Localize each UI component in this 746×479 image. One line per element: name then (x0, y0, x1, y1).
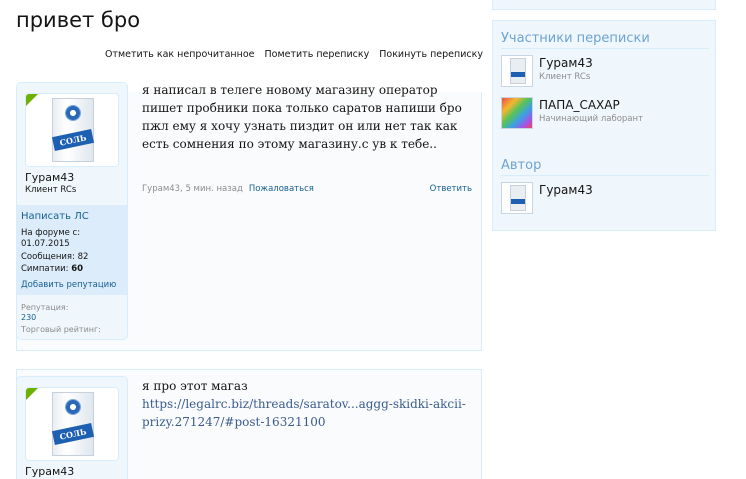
message-meta: Гурам43, 5 мин. назад Пожаловаться (142, 184, 314, 194)
participant-name[interactable]: Гурам43 (539, 56, 593, 70)
username[interactable]: Гурам43 (25, 171, 74, 184)
reputation-value: 230 (21, 313, 37, 322)
mark-unread-link[interactable]: Отметить как непрочитанное (105, 49, 255, 60)
likes-label: Симпатии: (21, 264, 69, 274)
sidebar: Участники переписки Гурам43 Клиент RCs П… (492, 20, 716, 231)
thread-link[interactable]: https://legalrc.biz/threads/saratov...ag… (142, 397, 466, 429)
participant-avatar[interactable] (501, 55, 533, 87)
author-heading: Автор (501, 158, 709, 176)
username[interactable]: Гурам43 (25, 465, 74, 478)
participant-item[interactable]: Гурам43 Клиент RCs (501, 55, 709, 89)
user-extra-info: Написать ЛС На форуме с: 01.07.2015 Сооб… (17, 205, 127, 295)
send-pm-link[interactable]: Написать ЛС (21, 211, 89, 222)
message-text: я про этот магаз https://legalrc.biz/thr… (142, 377, 482, 431)
leave-conversation-link[interactable]: Покинуть переписку (379, 49, 483, 60)
message-separator (16, 350, 482, 370)
staff-ribbon (26, 388, 38, 400)
avatar[interactable]: СОЛЬ (25, 93, 119, 167)
add-reputation-link[interactable]: Добавить репутацию (21, 280, 116, 290)
joined-row: На форуме с: (21, 228, 80, 238)
message-1: СОЛЬ Гурам43 Клиент RCs Написать ЛС На ф… (16, 82, 482, 342)
report-link[interactable]: Пожаловаться (249, 184, 314, 194)
likes-value: 60 (71, 264, 84, 274)
reply-link[interactable]: Ответить (430, 184, 472, 194)
reputation-label: Репутация: (21, 303, 69, 312)
participants-heading: Участники переписки (501, 31, 709, 49)
joined-value: 01.07.2015 (21, 239, 70, 249)
page-title: привет бро (16, 8, 141, 32)
joined-label: На форуме с: (21, 228, 81, 238)
author-item[interactable]: Гурам43 (501, 182, 709, 216)
staff-ribbon (26, 94, 38, 106)
messages-value: 82 (77, 252, 89, 262)
salt-pack-image: СОЛЬ (51, 98, 95, 162)
message-user-info: СОЛЬ Гурам43 Клиент RCs Написать ЛС На ф… (16, 82, 128, 340)
likes-row: Симпатии: 60 (21, 264, 83, 274)
message-author-date[interactable]: Гурам43, 5 мин. назад (142, 184, 243, 194)
tag-conversation-link[interactable]: Пометить переписку (265, 49, 370, 60)
trade-rating-label: Торговый рейтинг: (21, 325, 101, 334)
user-title: Клиент RCs (25, 185, 77, 195)
message-line: я про этот магаз (142, 379, 248, 393)
avatar[interactable]: СОЛЬ (25, 387, 119, 461)
participant-role: Клиент RCs (539, 72, 591, 82)
reputation-value-row: 230 (21, 313, 36, 322)
author-avatar[interactable] (501, 182, 533, 214)
messages-row: Сообщения: 82 (21, 252, 88, 262)
sidebar-top-block (492, 0, 716, 10)
message-2: СОЛЬ Гурам43 я про этот магаз https://le… (16, 376, 482, 479)
message-text: я написал в телеге новому магазину опера… (142, 83, 462, 151)
participant-avatar[interactable] (501, 97, 533, 129)
message-user-info: СОЛЬ Гурам43 (16, 376, 128, 479)
salt-pack-image: СОЛЬ (51, 392, 95, 456)
participant-name[interactable]: ПАПА_САХАР (539, 98, 620, 112)
messages-label: Сообщения: (21, 252, 75, 262)
participant-item[interactable]: ПАПА_САХАР Начинающий лаборант (501, 97, 709, 131)
participant-role: Начинающий лаборант (539, 114, 644, 124)
conversation-actions: Отметить как непрочитанное Пометить пере… (95, 49, 483, 60)
author-name[interactable]: Гурам43 (539, 183, 593, 197)
